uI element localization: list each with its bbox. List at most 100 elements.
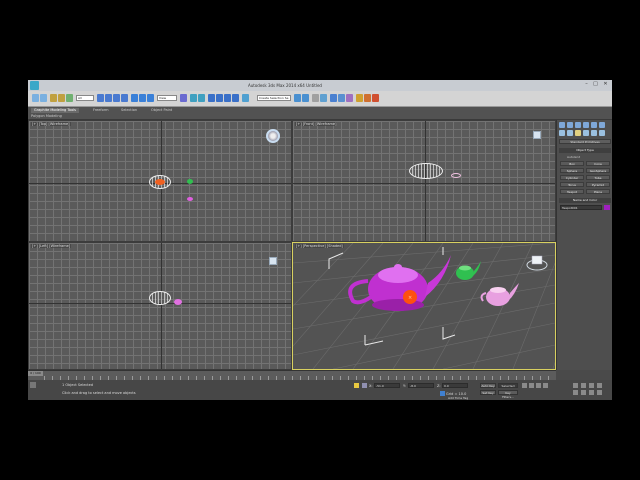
redo-icon[interactable] bbox=[40, 94, 47, 102]
rendered-frame-window-icon[interactable] bbox=[364, 94, 371, 102]
pan-view-icon[interactable] bbox=[581, 390, 586, 395]
set-key-button[interactable]: Set Key bbox=[480, 390, 496, 395]
named-selection-dropdown[interactable]: Create Selection Se bbox=[257, 95, 291, 101]
auto-key-button[interactable]: Auto Key bbox=[480, 383, 496, 388]
rectangular-selection-icon[interactable] bbox=[113, 94, 120, 102]
edit-named-selection-icon[interactable] bbox=[242, 94, 249, 102]
go-to-start-icon[interactable] bbox=[522, 383, 527, 388]
render-setup-icon[interactable] bbox=[356, 94, 363, 102]
torus-button[interactable]: Torus bbox=[560, 182, 584, 187]
snaps-toggle-icon[interactable] bbox=[208, 94, 215, 102]
cameras-icon[interactable] bbox=[583, 130, 589, 136]
bind-space-warp-icon[interactable] bbox=[66, 94, 73, 102]
geometry-icon[interactable] bbox=[559, 130, 565, 136]
zoom-icon[interactable] bbox=[573, 383, 578, 388]
key-filters-button[interactable]: Key Filters... bbox=[498, 390, 518, 399]
teapot-pink-left[interactable] bbox=[174, 299, 182, 305]
teapot-button[interactable]: Teapot bbox=[560, 189, 584, 194]
teapot-pink-shaded[interactable] bbox=[480, 283, 519, 306]
lights-icon[interactable] bbox=[575, 130, 581, 136]
schematic-view-icon[interactable] bbox=[338, 94, 345, 102]
curve-editor-icon[interactable] bbox=[330, 94, 337, 102]
mirror-icon[interactable] bbox=[294, 94, 301, 102]
motion-tab-icon[interactable] bbox=[583, 122, 589, 128]
viewport-left[interactable]: [+] [Left] [Wireframe] bbox=[28, 242, 292, 370]
teapot-wireframe-left[interactable] bbox=[149, 291, 171, 305]
maximize-viewport-icon[interactable] bbox=[597, 390, 602, 395]
time-slider[interactable]: 0 / 100 bbox=[28, 371, 43, 376]
viewport-perspective[interactable]: × [+] [Perspective] [Shaded] bbox=[292, 242, 556, 370]
tab-selection[interactable]: Selection bbox=[118, 108, 140, 113]
select-by-name-icon[interactable] bbox=[105, 94, 112, 102]
zoom-all-icon[interactable] bbox=[581, 383, 586, 388]
sphere-button[interactable]: Sphere bbox=[560, 168, 584, 173]
object-type-rollout-header[interactable]: Object Type bbox=[559, 148, 611, 153]
app-logo-icon[interactable] bbox=[30, 81, 39, 90]
window-crossing-icon[interactable] bbox=[121, 94, 128, 102]
percent-snap-icon[interactable] bbox=[224, 94, 231, 102]
maximize-button[interactable]: □ bbox=[591, 81, 600, 88]
object-name-input[interactable]: Teapot001 bbox=[560, 205, 602, 210]
display-tab-icon[interactable] bbox=[591, 122, 597, 128]
select-object-icon[interactable] bbox=[97, 94, 104, 102]
zoom-extents-all-icon[interactable] bbox=[597, 383, 602, 388]
tab-freeform[interactable]: Freeform bbox=[90, 108, 112, 113]
name-and-color-rollout-header[interactable]: Name and Color bbox=[559, 198, 611, 203]
pivot-center-icon[interactable] bbox=[180, 94, 187, 102]
reference-coordinate-dropdown[interactable]: View bbox=[157, 95, 177, 101]
x-coordinate-field[interactable]: -51.0 bbox=[374, 383, 400, 388]
autogrid-checkbox[interactable]: AutoGrid bbox=[567, 155, 580, 159]
viewcube-icon[interactable] bbox=[533, 131, 541, 139]
unlink-icon[interactable] bbox=[58, 94, 65, 102]
time-slider-track[interactable]: 0 / 100 bbox=[28, 370, 556, 381]
link-icon[interactable] bbox=[50, 94, 57, 102]
angle-snap-icon[interactable] bbox=[216, 94, 223, 102]
teapot-small-front[interactable] bbox=[451, 173, 461, 178]
teapot-wireframe-front[interactable] bbox=[409, 163, 443, 179]
key-mode-dropdown[interactable]: Selected bbox=[498, 383, 518, 388]
graphite-toggle-icon[interactable] bbox=[320, 94, 327, 102]
absolute-mode-icon[interactable] bbox=[362, 383, 367, 388]
teapot-pink-top[interactable] bbox=[187, 197, 193, 201]
tab-object-paint[interactable]: Object Paint bbox=[148, 108, 175, 113]
viewport-label-perspective[interactable]: [+] [Perspective] [Shaded] bbox=[295, 244, 344, 248]
object-category-dropdown[interactable]: Standard Primitives bbox=[559, 139, 611, 144]
plane-button[interactable]: Plane bbox=[586, 189, 610, 194]
viewport-label-front[interactable]: [+] [Front] [Wireframe] bbox=[295, 122, 338, 126]
close-button[interactable]: ✕ bbox=[601, 81, 610, 88]
box-button[interactable]: Box bbox=[560, 161, 584, 166]
viewcube-icon[interactable] bbox=[269, 257, 277, 265]
select-and-manipulate-icon[interactable] bbox=[190, 94, 197, 102]
teapot-green-top[interactable] bbox=[187, 179, 193, 184]
orbit-icon[interactable] bbox=[589, 390, 594, 395]
viewport-label-left[interactable]: [+] [Left] [Wireframe] bbox=[31, 244, 72, 248]
selection-filter-dropdown[interactable]: All bbox=[76, 95, 94, 101]
viewcube-icon[interactable] bbox=[526, 255, 548, 271]
layer-manager-icon[interactable] bbox=[312, 94, 319, 102]
render-production-icon[interactable] bbox=[372, 94, 379, 102]
zoom-extents-icon[interactable] bbox=[589, 383, 594, 388]
rotate-icon[interactable] bbox=[139, 94, 146, 102]
play-icon[interactable] bbox=[536, 383, 541, 388]
geosphere-button[interactable]: GeoSphere bbox=[586, 168, 610, 173]
selection-lock-icon[interactable] bbox=[354, 383, 359, 388]
utilities-tab-icon[interactable] bbox=[599, 122, 605, 128]
ribbon-panel-label[interactable]: Polygon Modeling bbox=[31, 114, 62, 118]
field-of-view-icon[interactable] bbox=[573, 390, 578, 395]
viewport-front[interactable]: [+] [Front] [Wireframe] bbox=[292, 120, 556, 242]
undo-icon[interactable] bbox=[32, 94, 39, 102]
material-editor-icon[interactable] bbox=[346, 94, 353, 102]
next-frame-icon[interactable] bbox=[543, 383, 548, 388]
viewport-label-top[interactable]: [+] [Top] [Wireframe] bbox=[31, 122, 71, 126]
viewcube-icon[interactable] bbox=[266, 129, 280, 143]
pyramid-button[interactable]: Pyramid bbox=[586, 182, 610, 187]
time-tag-icon[interactable] bbox=[440, 391, 445, 396]
viewport-top[interactable]: [+] [Top] [Wireframe] bbox=[28, 120, 292, 242]
tube-button[interactable]: Tube bbox=[586, 175, 610, 180]
previous-frame-icon[interactable] bbox=[529, 383, 534, 388]
minimize-button[interactable]: – bbox=[582, 81, 591, 88]
helpers-icon[interactable] bbox=[591, 130, 597, 136]
z-coordinate-field[interactable]: 0.0 bbox=[442, 383, 468, 388]
create-tab-icon[interactable] bbox=[559, 122, 565, 128]
shapes-icon[interactable] bbox=[567, 130, 573, 136]
